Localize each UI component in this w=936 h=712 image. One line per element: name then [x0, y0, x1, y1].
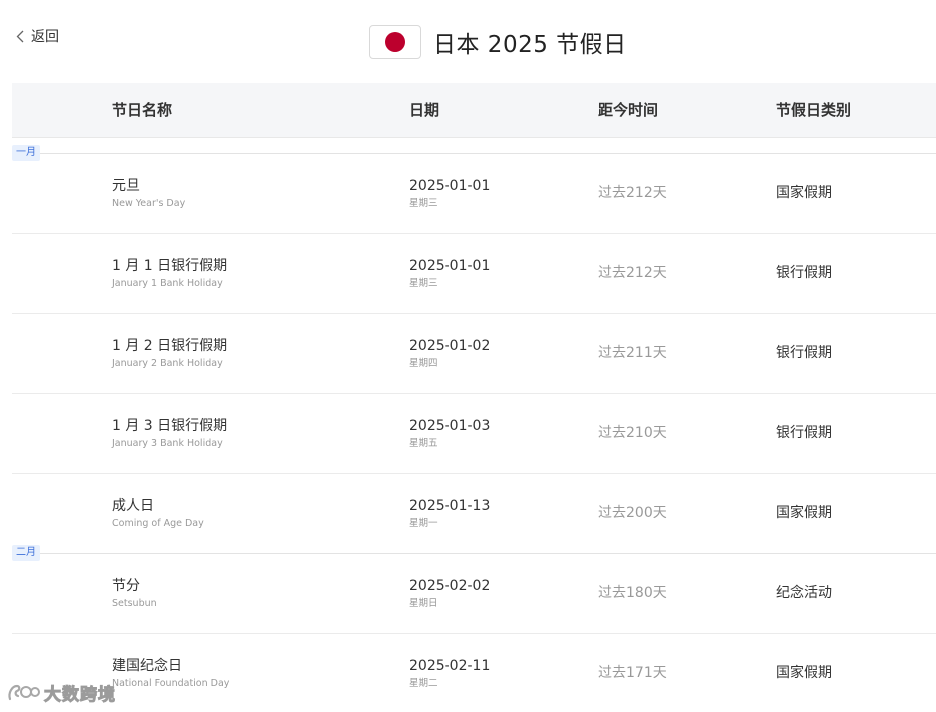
holiday-name-cell: 成人日 Coming of Age Day	[112, 497, 204, 531]
holiday-name: 1 月 2 日银行假期	[112, 338, 228, 354]
holiday-name-cell: 元旦 New Year's Day	[112, 177, 185, 211]
back-label: 返回	[31, 29, 59, 45]
holiday-weekday: 星期三	[409, 278, 438, 289]
holiday-name: 1 月 3 日银行假期	[112, 418, 228, 434]
table-row[interactable]: 节分 Setsubun 2025-02-02 星期日 过去180天 纪念活动	[12, 554, 936, 634]
page-header: 日本 2025 节假日	[369, 24, 627, 60]
top-bar: 返回 日本 2025 节假日	[0, 0, 936, 82]
table-row[interactable]: 1 月 1 日银行假期 January 1 Bank Holiday 2025-…	[12, 234, 936, 314]
holiday-date-cell: 2025-01-01 星期三	[409, 257, 490, 291]
watermark-text: 大数跨境	[44, 685, 116, 706]
column-header-time-since: 距今时间	[598, 101, 659, 119]
holiday-name-cell: 建国纪念日 National Foundation Day	[112, 657, 229, 691]
flag-sun-disc	[385, 32, 405, 52]
holiday-date: 2025-01-01	[409, 178, 491, 194]
holiday-name-english: Setsubun	[112, 598, 157, 609]
holiday-category: 国家假期	[776, 505, 832, 521]
table-row[interactable]: 1 月 2 日银行假期 January 2 Bank Holiday 2025-…	[12, 314, 936, 394]
holiday-date: 2025-01-01	[409, 258, 491, 274]
holiday-date-cell: 2025-01-01 星期三	[409, 177, 490, 211]
holiday-name: 节分	[112, 578, 140, 594]
chevron-left-icon	[14, 26, 26, 46]
table-row[interactable]: 1 月 3 日银行假期 January 3 Bank Holiday 2025-…	[12, 394, 936, 474]
time-since: 过去211天	[598, 345, 667, 361]
holiday-category: 银行假期	[776, 425, 832, 441]
holiday-category: 银行假期	[776, 345, 832, 361]
holiday-name-english: National Foundation Day	[112, 678, 230, 689]
table-row[interactable]: 元旦 New Year's Day 2025-01-01 星期三 过去212天 …	[12, 154, 936, 234]
back-button[interactable]: 返回	[14, 26, 59, 46]
holiday-weekday: 星期一	[409, 518, 438, 529]
table-row[interactable]: 成人日 Coming of Age Day 2025-01-13 星期一 过去2…	[12, 474, 936, 554]
table-row[interactable]: 建国纪念日 National Foundation Day 2025-02-11…	[12, 634, 936, 712]
time-since: 过去180天	[598, 585, 667, 601]
holiday-name-english: Coming of Age Day	[112, 518, 204, 529]
holiday-date-cell: 2025-02-11 星期二	[409, 657, 490, 691]
column-header-date: 日期	[409, 101, 440, 119]
time-since: 过去210天	[598, 425, 667, 441]
japan-flag-icon	[369, 25, 421, 59]
holiday-weekday: 星期二	[409, 678, 438, 689]
time-since: 过去212天	[598, 265, 667, 281]
holiday-name-cell: 1 月 1 日银行假期 January 1 Bank Holiday	[112, 257, 227, 291]
holiday-date: 2025-01-13	[409, 498, 491, 514]
holiday-name: 建国纪念日	[112, 658, 182, 674]
holiday-date: 2025-01-03	[409, 418, 491, 434]
holiday-weekday: 星期五	[409, 438, 438, 449]
holiday-category: 国家假期	[776, 665, 832, 681]
column-header-category: 节假日类别	[776, 101, 852, 119]
holiday-date-cell: 2025-01-13 星期一	[409, 497, 490, 531]
holiday-weekday: 星期四	[409, 358, 438, 369]
holiday-weekday: 星期日	[409, 598, 438, 609]
holiday-name-english: January 2 Bank Holiday	[112, 358, 223, 369]
holiday-name: 1 月 1 日银行假期	[112, 258, 228, 274]
holiday-weekday: 星期三	[409, 198, 438, 209]
time-since: 过去171天	[598, 665, 667, 681]
watermark: 大数跨境	[6, 680, 116, 706]
holiday-name-cell: 1 月 3 日银行假期 January 3 Bank Holiday	[112, 417, 227, 451]
holiday-name: 元旦	[112, 178, 140, 194]
holiday-name-cell: 1 月 2 日银行假期 January 2 Bank Holiday	[112, 337, 227, 371]
time-since: 过去212天	[598, 185, 667, 201]
column-header-name: 节日名称	[112, 101, 173, 119]
holiday-category: 国家假期	[776, 185, 832, 201]
holiday-date: 2025-01-02	[409, 338, 491, 354]
holiday-date-cell: 2025-01-03 星期五	[409, 417, 490, 451]
holiday-date-cell: 2025-02-02 星期日	[409, 577, 490, 611]
watermark-logo-icon	[8, 684, 40, 700]
holiday-name-cell: 节分 Setsubun	[112, 577, 157, 611]
holiday-date: 2025-02-11	[409, 658, 491, 674]
table-header: 节日名称 日期 距今时间 节假日类别	[12, 83, 936, 138]
holiday-name-english: New Year's Day	[112, 198, 186, 209]
holiday-date-cell: 2025-01-02 星期四	[409, 337, 490, 371]
holiday-category: 纪念活动	[776, 585, 832, 601]
holiday-date: 2025-02-02	[409, 578, 491, 594]
page-title: 日本 2025 节假日	[433, 32, 627, 58]
holiday-name: 成人日	[112, 498, 154, 514]
holiday-name-english: January 3 Bank Holiday	[112, 438, 223, 449]
time-since: 过去200天	[598, 505, 667, 521]
holiday-category: 银行假期	[776, 265, 832, 281]
holiday-name-english: January 1 Bank Holiday	[112, 278, 223, 289]
